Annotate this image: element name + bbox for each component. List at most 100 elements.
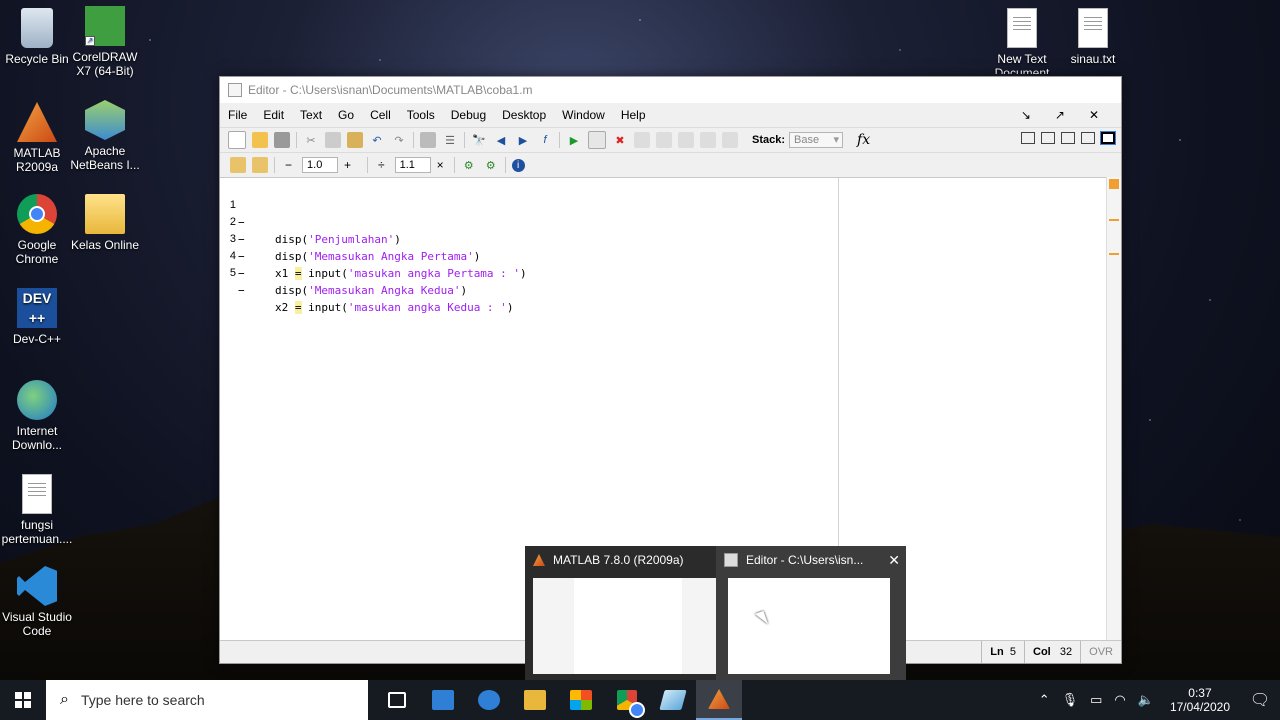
matlab-icon — [708, 689, 730, 709]
show-cell-titles-icon[interactable]: ⚙ — [461, 157, 477, 173]
overwrite-indicator: OVR — [1080, 641, 1121, 663]
menu-tools[interactable]: Tools — [407, 108, 435, 122]
matlab-taskbar-button[interactable] — [696, 680, 742, 720]
exit-debug-icon[interactable] — [722, 132, 738, 148]
undo-icon[interactable]: ↶ — [369, 132, 385, 148]
store-button[interactable] — [558, 680, 604, 720]
wifi-icon[interactable]: ◠ — [1114, 692, 1125, 708]
microphone-icon[interactable]: 🎙 — [1062, 692, 1079, 708]
menu-window[interactable]: Window — [562, 108, 605, 122]
menu-edit[interactable]: Edit — [263, 108, 284, 122]
eval-cell-icon[interactable] — [252, 157, 268, 173]
menu-debug[interactable]: Debug — [451, 108, 486, 122]
find-icon[interactable]: 🔭 — [471, 132, 487, 148]
task-view-button[interactable] — [374, 680, 420, 720]
copy-icon[interactable] — [325, 132, 341, 148]
desktop-icon-vscode[interactable]: Visual Studio Code — [0, 566, 74, 638]
line-number: 5 — [229, 267, 236, 279]
menu-desktop[interactable]: Desktop — [502, 108, 546, 122]
warning-marker[interactable] — [1109, 219, 1119, 221]
editor-titlebar[interactable]: Editor - C:\Users\isnan\Documents\MATLAB… — [220, 77, 1121, 103]
multiply-value-field[interactable]: 1.1 — [394, 157, 431, 173]
layout-buttons — [1021, 131, 1116, 145]
recycle-bin-icon — [21, 8, 53, 48]
hide-cell-titles-icon[interactable]: ⚙ — [483, 157, 499, 173]
warning-marker[interactable] — [1109, 253, 1119, 255]
message-indicator[interactable] — [1109, 179, 1119, 189]
start-button[interactable] — [0, 680, 46, 720]
clear-breakpoint-icon[interactable]: ✖ — [612, 132, 628, 148]
print-icon[interactable] — [420, 132, 436, 148]
divide-button[interactable]: ÷ — [378, 158, 385, 172]
desktop-icon-label: New Text Document — [994, 52, 1050, 74]
volume-icon[interactable]: 🔈 — [1138, 692, 1154, 708]
menu-text[interactable]: Text — [300, 108, 322, 122]
fx-button[interactable]: fx — [857, 132, 870, 148]
redo-icon[interactable]: ↷ — [391, 132, 407, 148]
forward-arrow-icon[interactable]: ▶ — [515, 132, 531, 148]
preview-matlab[interactable]: MATLAB 7.8.0 (R2009a) — [525, 546, 719, 684]
open-folder-icon[interactable] — [252, 132, 268, 148]
maximize-layout-icon[interactable] — [1100, 131, 1116, 145]
preview-editor[interactable]: Editor - C:\Users\isn... ✕ — [716, 546, 906, 684]
menu-go[interactable]: Go — [338, 108, 354, 122]
desktop-icon-recycle-bin[interactable]: Recycle Bin — [0, 8, 74, 66]
decrement-button[interactable]: − — [285, 158, 292, 172]
file-explorer-button[interactable] — [512, 680, 558, 720]
undock-icon[interactable]: ↘ — [1021, 108, 1031, 122]
maximize-icon[interactable]: ↗ — [1055, 108, 1065, 122]
set-breakpoint-icon[interactable] — [588, 131, 606, 149]
format-icon[interactable]: ☰ — [442, 132, 458, 148]
preview-title: MATLAB 7.8.0 (R2009a) — [553, 553, 684, 567]
info-icon[interactable]: i — [511, 158, 525, 172]
continue-icon[interactable] — [700, 132, 716, 148]
stack-select[interactable]: Base — [789, 132, 844, 148]
back-arrow-icon[interactable]: ◀ — [493, 132, 509, 148]
close-icon[interactable]: ✕ — [888, 552, 900, 569]
taskbar-search-box[interactable]: ⌕ Type here to search — [46, 680, 368, 720]
vertical-scrollbar[interactable] — [1106, 177, 1121, 641]
notification-icon[interactable]: 🗨 — [1240, 690, 1280, 710]
desktop-icon-netbeans[interactable]: Apache NetBeans I... — [68, 100, 142, 172]
desktop-icon-idm[interactable]: Internet Downlo... — [0, 380, 74, 452]
step-in-icon[interactable] — [656, 132, 672, 148]
desktop-icon-fungsi[interactable]: fungsi pertemuan.... — [0, 474, 74, 546]
increment-button[interactable]: + — [344, 158, 351, 172]
desktop-icon-coreldraw[interactable]: ↗ CorelDRAW X7 (64-Bit) — [68, 6, 142, 78]
windows-logo-icon — [15, 692, 31, 708]
chevron-up-icon[interactable]: ⌃ — [1039, 692, 1050, 708]
search-icon: ⌕ — [60, 691, 69, 708]
search-placeholder: Type here to search — [80, 692, 205, 708]
battery-icon[interactable]: ▭ — [1090, 692, 1102, 708]
float-layout-icon[interactable] — [1081, 132, 1095, 144]
new-file-icon[interactable] — [228, 131, 246, 149]
desktop-icon-sinau[interactable]: sinau.txt — [1056, 8, 1130, 66]
desktop-icon-devcpp[interactable]: DEV ++ Dev-C++ — [0, 288, 74, 346]
menu-help[interactable]: Help — [621, 108, 646, 122]
app-taskbar-button[interactable] — [650, 680, 696, 720]
desktop-icon-chrome[interactable]: Google Chrome — [0, 194, 74, 266]
menu-cell[interactable]: Cell — [370, 108, 391, 122]
clock[interactable]: 0:37 17/04/2020 — [1170, 686, 1230, 714]
tile-layout-icon[interactable] — [1021, 132, 1035, 144]
decrement-value-field[interactable]: 1.0 — [302, 157, 339, 173]
desktop-icon-matlab[interactable]: MATLAB R2009a — [0, 102, 74, 174]
desktop-icon-new-text-document[interactable]: New Text Document — [985, 8, 1059, 74]
step-icon[interactable] — [634, 132, 650, 148]
close-icon[interactable]: ✕ — [1089, 108, 1099, 122]
top-bottom-layout-icon[interactable] — [1061, 132, 1075, 144]
save-icon[interactable] — [274, 132, 290, 148]
menu-file[interactable]: File — [228, 108, 247, 122]
run-icon[interactable]: ▶ — [566, 132, 582, 148]
cut-icon[interactable]: ✂ — [303, 132, 319, 148]
mail-button[interactable] — [420, 680, 466, 720]
edge-button[interactable] — [466, 680, 512, 720]
paste-icon[interactable] — [347, 132, 363, 148]
function-browser-icon[interactable]: f — [537, 132, 553, 148]
left-right-layout-icon[interactable] — [1041, 132, 1055, 144]
step-out-icon[interactable] — [678, 132, 694, 148]
insert-cell-icon[interactable] — [230, 157, 246, 173]
chrome-taskbar-button[interactable] — [604, 680, 650, 720]
desktop-icon-kelas-online[interactable]: Kelas Online — [68, 194, 142, 252]
multiply-button[interactable]: × — [437, 158, 444, 172]
